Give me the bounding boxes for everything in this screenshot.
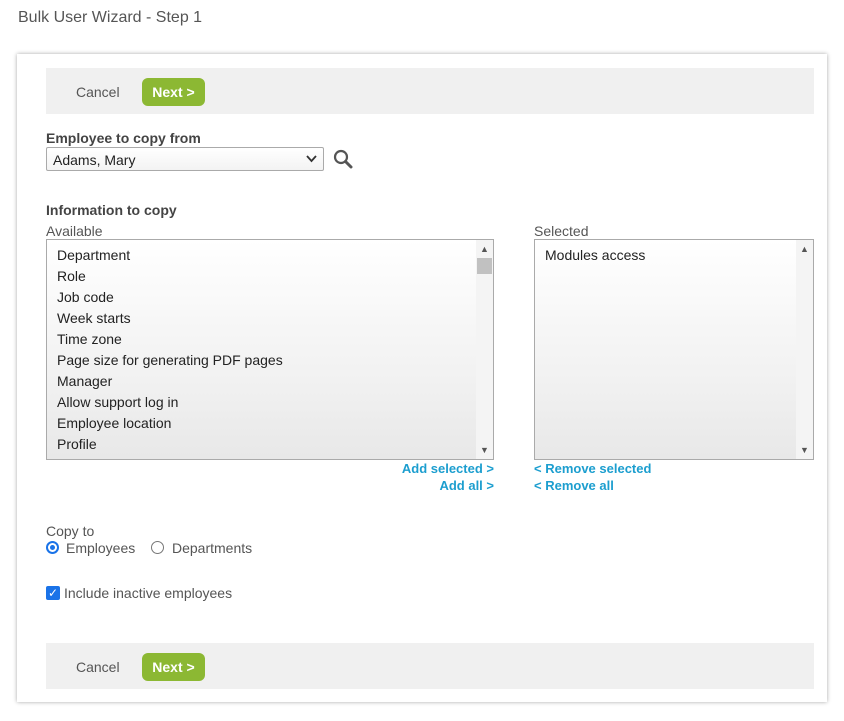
available-list-item[interactable]: Role (57, 267, 283, 288)
employees-radio[interactable] (46, 541, 59, 554)
bottom-toolbar: Cancel Next > (46, 643, 814, 689)
add-selected-link[interactable]: Add selected > (402, 461, 494, 476)
selected-listbox[interactable]: Modules access ▲ ▼ (534, 239, 814, 460)
available-list-item[interactable]: Profile (57, 435, 283, 456)
include-inactive-checkbox[interactable]: ✓ (46, 586, 60, 600)
page-title: Bulk User Wizard - Step 1 (18, 9, 203, 26)
available-list-item[interactable]: Employee location (57, 414, 283, 435)
available-list-item[interactable]: Time zone (57, 330, 283, 351)
scroll-up-icon[interactable]: ▲ (476, 242, 493, 256)
available-scrollbar[interactable]: ▲ ▼ (476, 240, 493, 459)
employees-radio-label[interactable]: Employees (66, 540, 135, 556)
departments-radio[interactable] (151, 541, 164, 554)
scroll-down-icon[interactable]: ▼ (476, 443, 493, 457)
include-inactive-label[interactable]: Include inactive employees (64, 585, 232, 601)
available-list-item[interactable]: Allow support log in (57, 393, 283, 414)
selected-label: Selected (534, 223, 589, 239)
cancel-button[interactable]: Cancel (76, 659, 120, 675)
available-list-item[interactable]: Department (57, 246, 283, 267)
remove-all-link[interactable]: < Remove all (534, 478, 614, 493)
scroll-down-icon[interactable]: ▼ (796, 443, 813, 457)
add-all-link[interactable]: Add all > (439, 478, 494, 493)
available-items: Department Role Job code Week starts Time zo… (57, 246, 283, 456)
wizard-card: Cancel Next > Employee to copy from Adam… (17, 54, 827, 702)
chevron-down-icon (306, 155, 317, 163)
scroll-up-icon[interactable]: ▲ (796, 242, 813, 256)
available-list-item[interactable]: Week starts (57, 309, 283, 330)
selected-list-item[interactable]: Modules access (545, 246, 645, 267)
selected-scrollbar[interactable]: ▲ ▼ (796, 240, 813, 459)
remove-selected-link[interactable]: < Remove selected (534, 461, 651, 476)
employee-select-value: Adams, Mary (53, 152, 136, 168)
next-button[interactable]: Next > (142, 78, 205, 106)
next-button[interactable]: Next > (142, 653, 205, 681)
available-listbox[interactable]: Department Role Job code Week starts Time zo… (46, 239, 494, 460)
employee-copy-label: Employee to copy from (46, 130, 201, 146)
top-toolbar: Cancel Next > (46, 68, 814, 114)
available-list-item[interactable]: Job code (57, 288, 283, 309)
cancel-button[interactable]: Cancel (76, 84, 120, 100)
scroll-thumb[interactable] (477, 258, 492, 274)
search-icon[interactable] (333, 149, 353, 169)
available-label: Available (46, 223, 103, 239)
selected-items: Modules access (545, 246, 645, 267)
available-list-item[interactable]: Manager (57, 372, 283, 393)
information-label: Information to copy (46, 202, 177, 218)
available-list-item[interactable]: Page size for generating PDF pages (57, 351, 283, 372)
departments-radio-label[interactable]: Departments (172, 540, 252, 556)
employee-select[interactable]: Adams, Mary (46, 147, 324, 171)
copy-to-label: Copy to (46, 523, 95, 539)
